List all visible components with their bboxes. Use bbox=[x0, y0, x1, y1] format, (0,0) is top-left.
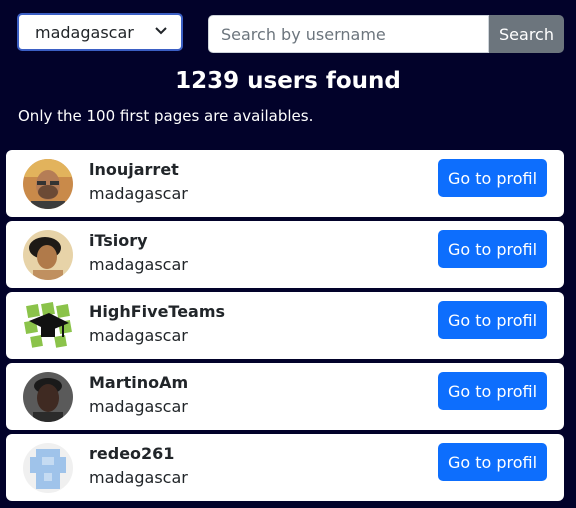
user-card: MartinoAm madagascar Go to profil bbox=[6, 363, 564, 430]
username: redeo261 bbox=[89, 444, 175, 463]
go-to-profil-button[interactable]: Go to profil bbox=[438, 301, 547, 339]
avatar bbox=[23, 301, 73, 351]
country-select-value: madagascar bbox=[35, 22, 134, 42]
avatar bbox=[23, 159, 73, 209]
avatar bbox=[23, 230, 73, 280]
results-count: 1239 users found bbox=[175, 68, 401, 94]
user-country: madagascar bbox=[89, 468, 188, 487]
user-card: lnoujarret madagascar Go to profil bbox=[6, 150, 564, 217]
pagination-notice: Only the 100 first pages are availables. bbox=[18, 107, 314, 125]
search-bar: Search bbox=[208, 15, 564, 53]
user-country: madagascar bbox=[89, 184, 188, 203]
user-country: madagascar bbox=[89, 255, 188, 274]
username: HighFiveTeams bbox=[89, 302, 226, 321]
username: iTsiory bbox=[89, 231, 148, 250]
search-button[interactable]: Search bbox=[489, 15, 564, 53]
go-to-profil-button[interactable]: Go to profil bbox=[438, 230, 547, 268]
user-country: madagascar bbox=[89, 397, 188, 416]
user-country: madagascar bbox=[89, 326, 188, 345]
user-card: HighFiveTeams madagascar Go to profil bbox=[6, 292, 564, 359]
go-to-profil-button[interactable]: Go to profil bbox=[438, 159, 547, 197]
username: lnoujarret bbox=[89, 160, 179, 179]
user-list: lnoujarret madagascar Go to profil iTsio… bbox=[6, 150, 564, 505]
chevron-down-icon bbox=[155, 27, 167, 35]
go-to-profil-button[interactable]: Go to profil bbox=[438, 443, 547, 481]
user-card: redeo261 madagascar Go to profil bbox=[6, 434, 564, 501]
avatar bbox=[23, 372, 73, 422]
search-input[interactable] bbox=[208, 15, 489, 53]
user-card: iTsiory madagascar Go to profil bbox=[6, 221, 564, 288]
country-select[interactable]: madagascar bbox=[17, 13, 183, 51]
go-to-profil-button[interactable]: Go to profil bbox=[438, 372, 547, 410]
username: MartinoAm bbox=[89, 373, 189, 392]
avatar bbox=[23, 443, 73, 493]
